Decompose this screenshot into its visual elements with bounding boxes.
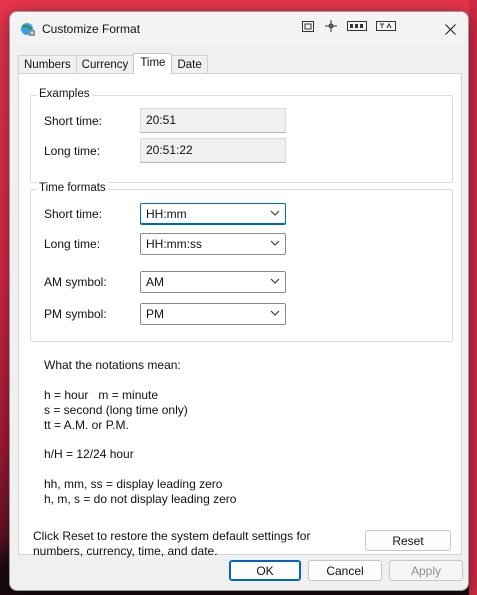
reset-description: Click Reset to restore the system defaul… — [33, 529, 311, 558]
tab-currency[interactable]: Currency — [75, 55, 135, 74]
am-symbol-value: AM — [146, 275, 164, 289]
pm-symbol-label: PM symbol: — [44, 307, 107, 321]
screenshot-icon[interactable] — [300, 19, 316, 33]
long-time-value: HH:mm:ss — [146, 237, 202, 251]
close-button[interactable] — [438, 18, 462, 40]
notation-line: tt = A.M. or P.M. — [44, 418, 129, 432]
notation-line: hh, mm, ss = display leading zero — [44, 477, 223, 491]
example-short-time-label: Short time: — [44, 114, 103, 128]
notation-line: h/H = 12/24 hour — [44, 447, 134, 461]
close-icon — [444, 23, 456, 35]
tab-strip: Numbers Currency Time Date — [18, 53, 208, 74]
time-tab-panel: Examples Short time: 20:51 Long time: 20… — [18, 73, 462, 558]
am-symbol-combo[interactable]: AM — [140, 271, 286, 293]
chevron-down-icon — [270, 278, 280, 284]
am-symbol-label: AM symbol: — [44, 275, 107, 289]
move-icon[interactable] — [323, 19, 339, 33]
notations-heading: What the notations mean: — [44, 358, 181, 372]
chevron-down-icon — [270, 240, 280, 246]
desktop-background-edge — [469, 0, 477, 595]
tab-time[interactable]: Time — [133, 53, 173, 74]
cancel-button[interactable]: Cancel — [308, 560, 382, 581]
reset-button[interactable]: Reset — [365, 530, 451, 551]
examples-heading: Examples — [37, 88, 92, 100]
example-long-time-label: Long time: — [44, 144, 101, 158]
notation-line: h = hour m = minute — [44, 388, 159, 402]
ok-button[interactable]: OK — [229, 560, 301, 581]
example-short-time-value: 20:51 — [140, 108, 286, 133]
title-bar[interactable]: Customize Format — [10, 12, 468, 46]
time-formats-heading: Time formats — [37, 182, 108, 194]
chevron-down-icon — [270, 210, 280, 216]
notation-line: s = second (long time only) — [44, 403, 188, 417]
tab-date[interactable]: Date — [171, 55, 208, 74]
tab-numbers[interactable]: Numbers — [18, 55, 77, 74]
short-time-value: HH:mm — [146, 207, 187, 221]
pm-symbol-value: PM — [146, 307, 164, 321]
customize-format-dialog: Customize Format Numbers Currency Time D… — [9, 11, 469, 591]
long-time-label: Long time: — [44, 237, 101, 251]
translate-icon[interactable] — [375, 19, 397, 33]
text-recognize-icon[interactable] — [346, 19, 368, 33]
short-time-combo[interactable]: HH:mm — [140, 203, 286, 225]
example-long-time-value: 20:51:22 — [140, 138, 286, 163]
short-time-label: Short time: — [44, 207, 103, 221]
globe-settings-icon — [21, 23, 35, 36]
notation-line: h, m, s = do not display leading zero — [44, 492, 237, 506]
long-time-combo[interactable]: HH:mm:ss — [140, 233, 286, 255]
title-bar-tools — [300, 19, 397, 33]
pm-symbol-combo[interactable]: PM — [140, 303, 286, 325]
apply-button[interactable]: Apply — [389, 560, 463, 581]
chevron-down-icon — [270, 310, 280, 316]
window-title: Customize Format — [42, 22, 141, 36]
